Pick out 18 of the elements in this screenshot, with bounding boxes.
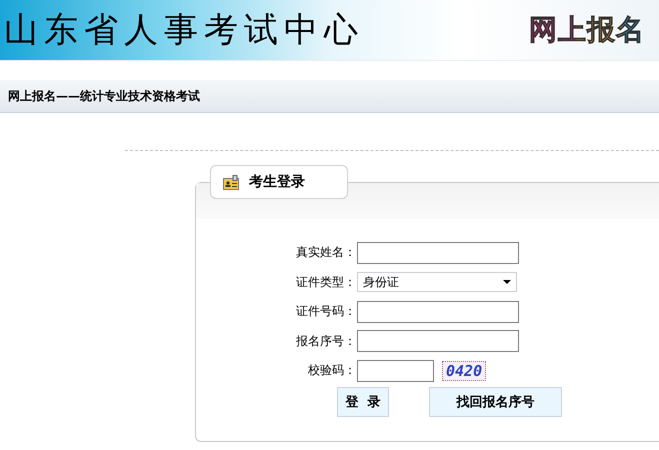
caret-icon — [503, 280, 511, 284]
field-label: 报名序号： — [295, 332, 356, 350]
login-button[interactable]: 登 录 — [337, 386, 389, 416]
field-label: 校验码： — [307, 362, 356, 380]
panel-title: 考生登录 — [249, 173, 305, 191]
field-label: 证件号码： — [295, 303, 356, 320]
id-card-icon — [223, 174, 239, 190]
dropdown[interactable]: 身份证 — [357, 272, 517, 292]
input-field[interactable] — [357, 242, 519, 264]
input-field[interactable] — [357, 330, 519, 352]
site-title: 山东省人事考试中心 — [3, 9, 364, 52]
captcha-image: 0420 — [442, 360, 486, 381]
field-label: 真实姓名： — [295, 244, 356, 262]
field-label: 证件类型： — [295, 274, 356, 291]
input-field[interactable] — [357, 360, 434, 382]
recover-button[interactable]: 找回报名序号 — [429, 386, 562, 416]
page-heading: 网上报名——统计专业技术资格考试 — [7, 88, 200, 104]
input-field[interactable] — [357, 300, 519, 323]
